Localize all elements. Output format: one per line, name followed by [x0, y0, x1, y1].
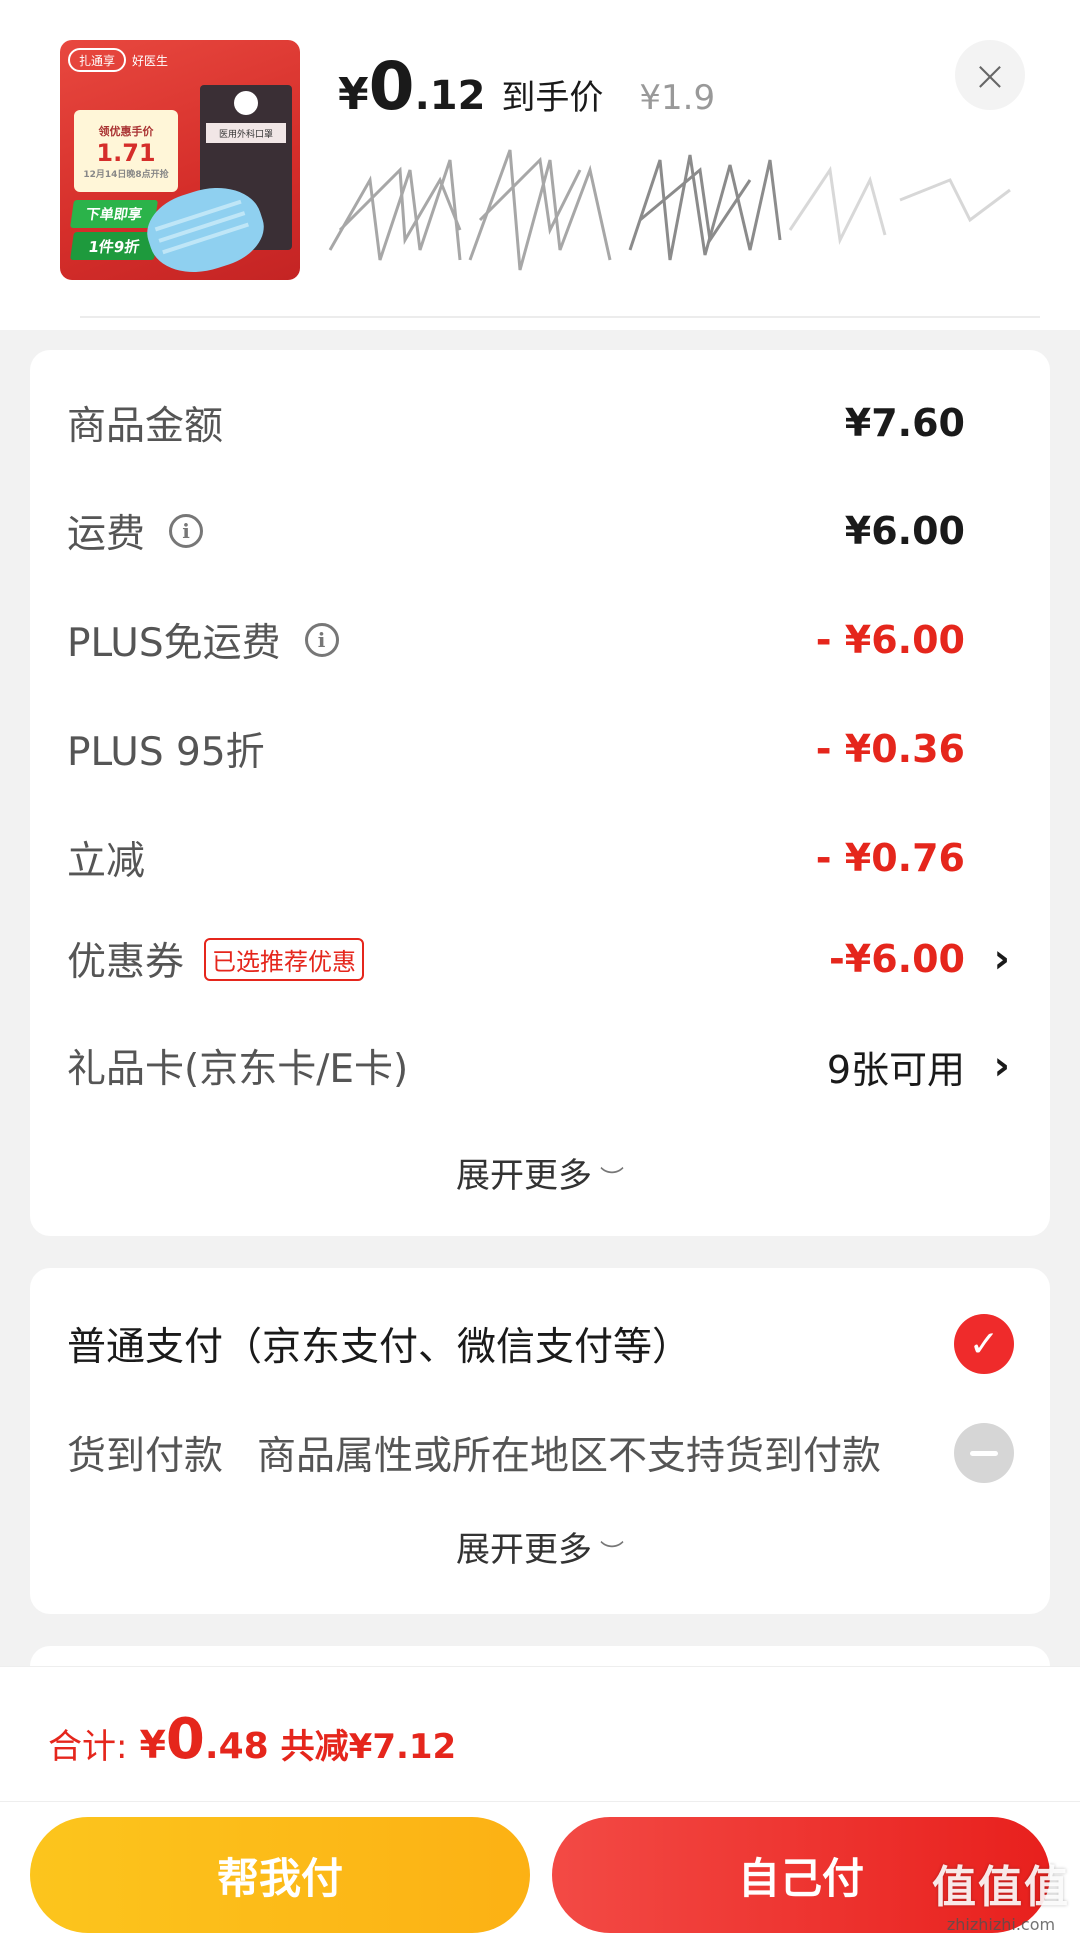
close-button[interactable]: ×: [955, 40, 1025, 110]
coupon-value: -¥6.00: [829, 937, 965, 981]
gift-card-value: 9张可用: [826, 1047, 965, 1092]
plus-discount-label: PLUS 95折: [67, 730, 265, 775]
product-thumbnail[interactable]: 扎通享 好医生 领优惠手价 1.71 12月14日晚8点开抢 下单即享 1件9折…: [60, 40, 300, 280]
expand-label: 展开更多: [456, 1156, 592, 1196]
payment-method-card: 普通支付（京东支付、微信支付等） ✓ 货到付款 商品属性或所在地区不支持货到付款…: [30, 1268, 1050, 1614]
plus-discount-row: PLUS 95折 - ¥0.36: [67, 719, 1050, 779]
instant-discount-value: - ¥0.76: [815, 836, 965, 880]
cod-label: 货到付款: [67, 1434, 224, 1479]
thumb-logo: [234, 91, 258, 115]
goods-amount-row: 商品金额 ¥7.60: [67, 393, 1050, 453]
thumb-price-card: 领优惠手价 1.71 12月14日晚8点开抢: [74, 110, 178, 192]
gift-card-label: 礼品卡(京东卡/E卡): [67, 1047, 409, 1092]
info-icon[interactable]: i: [304, 623, 339, 657]
total-symbol: ¥: [139, 1723, 166, 1767]
original-price: ¥1.9: [639, 78, 716, 118]
order-total: 合计: ¥ 0 .48 共减¥7.12: [48, 1707, 456, 1772]
total-decimal: .48: [204, 1726, 269, 1767]
total-integer: 0: [165, 1707, 205, 1772]
watermark-sub: zhizhizhi.com: [946, 1915, 1056, 1934]
gift-card-row[interactable]: 礼品卡(京东卡/E卡) 9张可用 ›: [67, 1036, 1050, 1096]
watermark: 值值值 zhizhizhi.com: [932, 1851, 1070, 1934]
coupon-label: 优惠券: [67, 940, 185, 985]
payment-option-cod: 货到付款 商品属性或所在地区不支持货到付款: [67, 1423, 1050, 1483]
final-price: ¥ 0 .12 到手价 ¥1.9: [338, 48, 715, 138]
thumb-badge-1: 下单即享: [70, 200, 158, 228]
plus-free-shipping-row: PLUS免运费 i - ¥6.00: [67, 610, 1050, 670]
disabled-icon: [954, 1423, 1014, 1483]
help-me-pay-button[interactable]: 帮我付: [30, 1817, 530, 1933]
fee-expand-more[interactable]: 展开更多 ︶: [30, 1148, 1050, 1197]
payment-option-normal[interactable]: 普通支付（京东支付、微信支付等） ✓: [67, 1314, 1050, 1374]
info-icon[interactable]: i: [169, 514, 204, 548]
total-savings: 共减¥7.12: [280, 1727, 457, 1767]
price-decimal: .12: [414, 73, 486, 119]
total-label: 合计:: [48, 1727, 128, 1767]
redacted-scribble: [328, 149, 1011, 271]
goods-amount-value: ¥7.60: [844, 401, 965, 445]
header-divider: [80, 316, 1040, 318]
bottom-divider: [0, 1801, 1080, 1802]
product-header: 扎通享 好医生 领优惠手价 1.71 12月14日晚8点开抢 下单即享 1件9折…: [0, 0, 1080, 330]
plus-discount-value: - ¥0.36: [815, 727, 965, 771]
chevron-right-icon: ›: [993, 1043, 1010, 1089]
price-symbol: ¥: [338, 69, 369, 120]
payment-expand-more[interactable]: 展开更多 ︶: [30, 1522, 1050, 1571]
fee-breakdown-card: 商品金额 ¥7.60 运费 i ¥6.00 PLUS免运费 i - ¥6.00 …: [30, 350, 1050, 1236]
cod-note: 商品属性或所在地区不支持货到付款: [257, 1434, 882, 1479]
close-icon: ×: [972, 50, 1008, 100]
price-label: 到手价: [501, 78, 604, 118]
thumb-card-price: 1.71: [96, 138, 156, 167]
goods-amount-label: 商品金额: [67, 404, 224, 449]
thumb-card-line1: 领优惠手价: [98, 124, 154, 138]
thumb-tag-right: 好医生: [132, 53, 169, 68]
thumb-pack-label: 医用外科口罩: [206, 123, 286, 143]
chevron-down-icon: ︶: [600, 1539, 624, 1567]
price-integer: 0: [368, 48, 415, 125]
shipping-label: 运费: [67, 512, 146, 557]
bottom-bar: 合计: ¥ 0 .48 共减¥7.12 帮我付 自己付 值值值 zhizhizh…: [0, 1666, 1080, 1940]
thumb-tag-left: 扎通享: [68, 48, 126, 72]
expand-label: 展开更多: [456, 1530, 592, 1570]
watermark-main: 值值值: [932, 1862, 1070, 1913]
chevron-right-icon: ›: [993, 936, 1010, 982]
plus-free-shipping-label: PLUS免运费: [67, 621, 281, 666]
check-icon[interactable]: ✓: [954, 1314, 1014, 1374]
instant-discount-row: 立减 - ¥0.76: [67, 828, 1050, 888]
coupon-row[interactable]: 优惠券 已选推荐优惠 -¥6.00 ›: [67, 929, 1050, 989]
instant-discount-label: 立减: [67, 839, 146, 884]
thumb-badge-2: 1件9折: [70, 232, 158, 260]
normal-pay-label: 普通支付（京东支付、微信支付等）: [67, 1325, 692, 1370]
shipping-row: 运费 i ¥6.00: [67, 501, 1050, 561]
shipping-value: ¥6.00: [844, 509, 965, 553]
thumb-card-line3: 12月14日晚8点开抢: [83, 169, 169, 180]
coupon-badge: 已选推荐优惠: [204, 937, 365, 981]
plus-free-shipping-value: - ¥6.00: [815, 618, 965, 662]
chevron-down-icon: ︶: [600, 1165, 624, 1193]
